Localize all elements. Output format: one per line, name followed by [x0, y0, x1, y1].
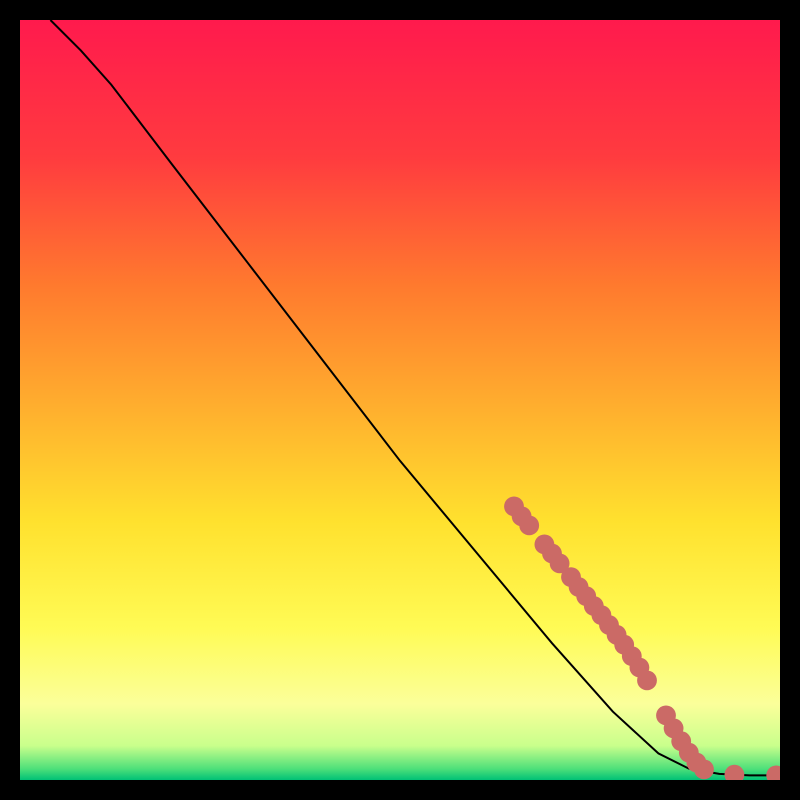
gradient-background: [20, 20, 780, 780]
chart-svg: [20, 20, 780, 780]
data-marker: [637, 671, 657, 691]
chart-frame: TheBottleneck.com: [20, 20, 780, 780]
data-marker: [519, 516, 539, 536]
data-marker: [694, 760, 714, 780]
